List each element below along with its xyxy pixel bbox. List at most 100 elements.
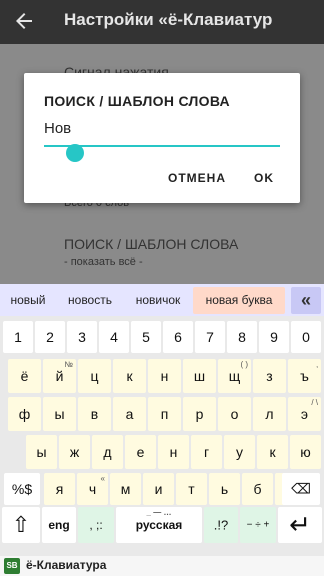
suggestion-4[interactable]: новая буква [193,287,285,314]
letter-key[interactable]: ь [209,473,240,505]
app-bar: Настройки «ё-Клавиатур [0,0,324,44]
app-logo: SB [4,558,20,574]
symbols-key[interactable]: %$ [4,473,40,505]
key-label: у [236,444,243,460]
app-name: ё-Клавиатура [26,558,107,572]
key-label: н [160,368,169,384]
number-key-1[interactable]: 1 [3,321,33,353]
key-label: н [169,444,178,460]
collapse-suggestions-icon[interactable]: « [291,287,321,314]
letter-key[interactable]: «ч [77,473,108,505]
key-label: 8 [238,329,246,345]
key-label: л [265,406,274,422]
key-label: ч [88,481,97,497]
number-key-4[interactable]: 4 [99,321,129,353]
number-key-0[interactable]: 0 [291,321,321,353]
key-label: ш [193,368,206,384]
key-label: в [90,406,99,422]
key-label: д [103,444,112,460]
key-label: и [154,481,163,497]
cancel-button[interactable]: ОТМЕНА [168,171,226,185]
suggestion-bar: новый новость новичок новая буква « [0,284,324,316]
letter-key[interactable]: м [110,473,141,505]
number-key-8[interactable]: 8 [227,321,257,353]
letter-key[interactable]: ‚ ъ [288,359,321,393]
letter-key[interactable]: е [125,435,156,469]
letter-key[interactable]: к [257,435,288,469]
key-label: о [230,406,239,422]
comma-key[interactable]: , ;: [78,507,114,543]
letter-key[interactable]: ( ) щ [218,359,251,393]
letter-key[interactable]: и [143,473,174,505]
number-key-9[interactable]: 9 [259,321,289,353]
key-label: ⌫ [291,480,311,497]
letter-key[interactable]: к [113,359,146,393]
key-label: м [120,481,131,497]
key-label: 9 [270,329,278,345]
math-sign-key[interactable]: − ÷ + [240,507,276,543]
number-key-7[interactable]: 7 [195,321,225,353]
keyboard-brand-bar: SB ё-Клавиатура [0,556,324,576]
letter-key[interactable]: ы [26,435,57,469]
letter-key[interactable]: ю [290,435,321,469]
shift-key[interactable]: ⇧ [2,507,40,543]
letter-key[interactable]: з [253,359,286,393]
punctuation-key[interactable]: .!? [204,507,238,543]
key-label: п [160,406,169,422]
letter-key[interactable]: б [242,473,273,505]
number-key-3[interactable]: 3 [67,321,97,353]
letter-key[interactable]: ы [43,397,76,431]
letter-key[interactable]: г [191,435,222,469]
letter-key[interactable]: р [183,397,216,431]
key-label: г [203,444,210,460]
letter-key[interactable]: н [158,435,189,469]
suggestion-3[interactable]: новичок [127,287,189,314]
letter-key[interactable]: в [78,397,111,431]
letter-key[interactable]: / \ э [288,397,321,431]
key-label: б [253,481,262,497]
number-key-5[interactable]: 5 [131,321,161,353]
key-label: ж [69,444,80,460]
letter-key[interactable]: ё [8,359,41,393]
letter-key[interactable]: т [176,473,207,505]
letter-key[interactable]: о [218,397,251,431]
letter-key[interactable]: п [148,397,181,431]
letter-key[interactable]: я [44,473,75,505]
letter-key[interactable]: ц [78,359,111,393]
search-input[interactable]: Нов [44,120,71,137]
suggestion-2[interactable]: новость [57,287,123,314]
enter-key[interactable]: ↵ [278,507,322,543]
setting-search-title[interactable]: ПОИСК / ШАБЛОН СЛОВА [64,236,238,252]
key-label: я [55,481,64,497]
key-label: ы [54,406,65,422]
dialog-title: ПОИСК / ШАБЛОН СЛОВА [44,93,230,109]
key-label: е [136,444,145,460]
letter-key[interactable]: ш [183,359,216,393]
language-key[interactable]: eng [42,507,76,543]
text-cursor-handle[interactable] [66,144,84,162]
letter-key[interactable]: н [148,359,181,393]
letter-key[interactable]: № й [43,359,76,393]
number-key-6[interactable]: 6 [163,321,193,353]
letter-key[interactable]: ж [59,435,90,469]
backspace-key[interactable]: ⌫ [282,473,320,505]
key-label: ы [36,444,47,460]
key-label: к [126,368,133,384]
suggestion-1[interactable]: новый [3,287,53,314]
space-key[interactable]: _ — … русская [116,507,202,543]
key-label: %$ [11,481,33,497]
ok-button[interactable]: OK [254,171,274,185]
letter-key[interactable]: у [224,435,255,469]
letter-key[interactable]: ф [8,397,41,431]
number-key-2[interactable]: 2 [35,321,65,353]
key-label: ю [300,444,311,460]
back-arrow-icon[interactable] [12,9,36,33]
key-label: 6 [174,329,182,345]
letter-key[interactable]: д [92,435,123,469]
key-label: 0 [302,329,310,345]
key-label: й [55,368,64,384]
page-title: Настройки «ё-Клавиатур [64,10,273,29]
letter-key[interactable]: а [113,397,146,431]
key-label: а [125,406,134,422]
letter-key[interactable]: л [253,397,286,431]
